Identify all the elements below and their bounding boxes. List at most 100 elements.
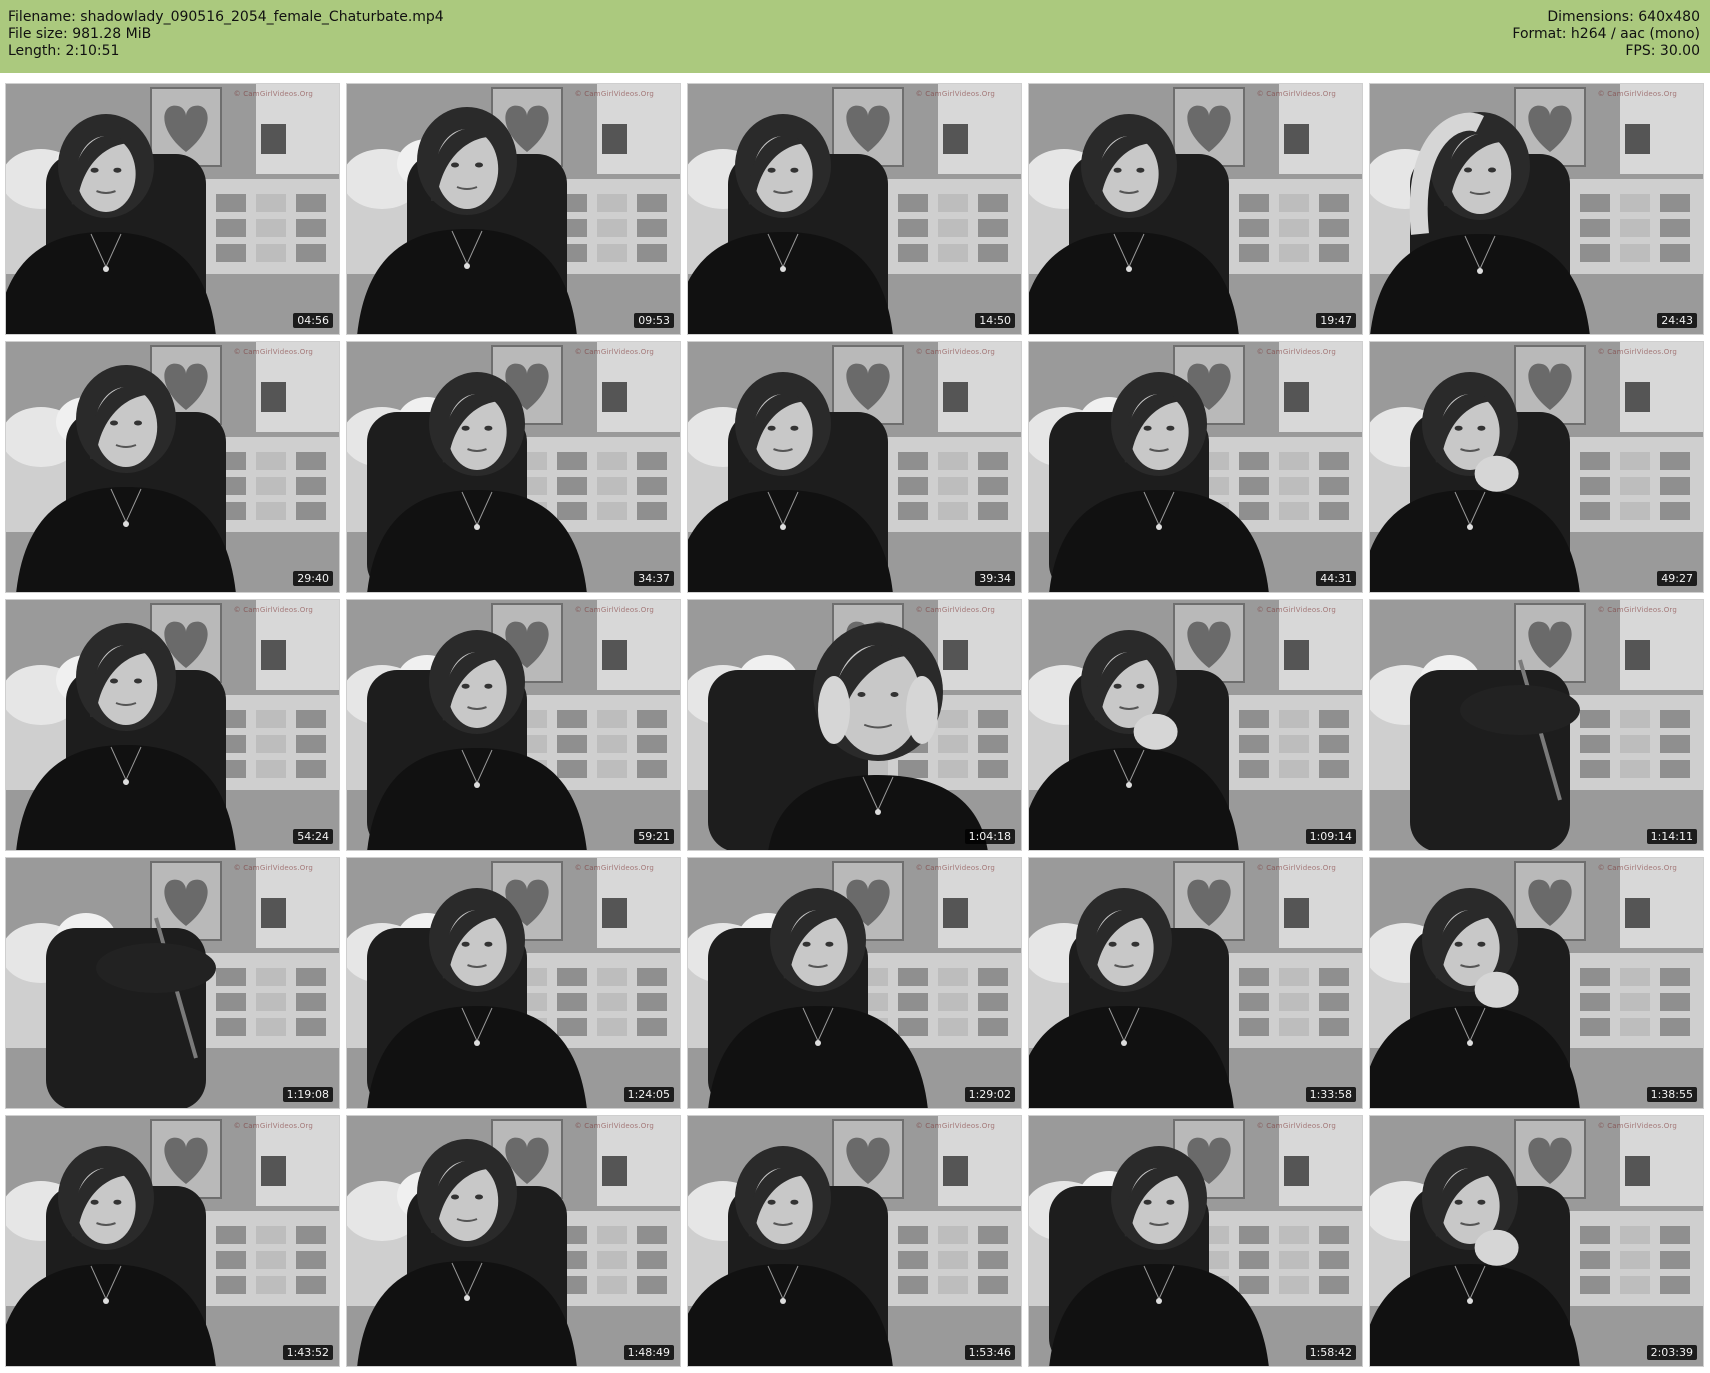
- thumbnail-frame-image: [688, 600, 1021, 850]
- video-thumbnail: © CamGirlVideos.Org 39:34: [687, 341, 1022, 593]
- watermark-label: © CamGirlVideos.Org: [574, 864, 654, 872]
- watermark-label: © CamGirlVideos.Org: [233, 606, 313, 614]
- fps-label: FPS: 30.00: [1625, 43, 1700, 59]
- watermark-label: © CamGirlVideos.Org: [233, 90, 313, 98]
- watermark-label: © CamGirlVideos.Org: [1256, 1122, 1336, 1130]
- file-info: Filename: shadowlady_090516_2054_female_…: [8, 9, 444, 60]
- watermark-label: © CamGirlVideos.Org: [1256, 606, 1336, 614]
- timestamp-label: 1:53:46: [964, 1345, 1015, 1360]
- thumbnail-frame-image: [1029, 342, 1362, 592]
- timestamp-label: 04:56: [293, 313, 333, 328]
- watermark-label: © CamGirlVideos.Org: [574, 348, 654, 356]
- thumbnail-frame-image: [688, 1116, 1021, 1366]
- timestamp-label: 44:31: [1316, 571, 1356, 586]
- video-thumbnail: © CamGirlVideos.Org 29:40: [5, 341, 340, 593]
- stream-info: Dimensions: 640x480 Format: h264 / aac (…: [1512, 9, 1700, 60]
- watermark-label: © CamGirlVideos.Org: [915, 606, 995, 614]
- length-label: Length: 2:10:51: [8, 43, 120, 59]
- thumbnail-frame-image: [6, 84, 339, 334]
- thumbnail-frame-image: [1370, 858, 1703, 1108]
- thumbnail-frame-image: [1029, 600, 1362, 850]
- watermark-label: © CamGirlVideos.Org: [915, 348, 995, 356]
- video-thumbnail: © CamGirlVideos.Org 1:53:46: [687, 1115, 1022, 1367]
- video-thumbnail: © CamGirlVideos.Org 1:09:14: [1028, 599, 1363, 851]
- watermark-label: © CamGirlVideos.Org: [233, 348, 313, 356]
- timestamp-label: 1:19:08: [282, 1087, 333, 1102]
- timestamp-label: 1:33:58: [1305, 1087, 1356, 1102]
- dimensions-label: Dimensions: 640x480: [1547, 9, 1700, 25]
- thumbnail-frame-image: [1370, 342, 1703, 592]
- video-thumbnail: © CamGirlVideos.Org 19:47: [1028, 83, 1363, 335]
- timestamp-label: 1:43:52: [282, 1345, 333, 1360]
- watermark-label: © CamGirlVideos.Org: [233, 1122, 313, 1130]
- watermark-label: © CamGirlVideos.Org: [915, 90, 995, 98]
- info-header: Filename: shadowlady_090516_2054_female_…: [0, 0, 1710, 73]
- watermark-label: © CamGirlVideos.Org: [1256, 90, 1336, 98]
- thumbnail-frame-image: [688, 342, 1021, 592]
- watermark-label: © CamGirlVideos.Org: [1597, 90, 1677, 98]
- watermark-label: © CamGirlVideos.Org: [574, 1122, 654, 1130]
- timestamp-label: 19:47: [1316, 313, 1356, 328]
- timestamp-label: 1:04:18: [964, 829, 1015, 844]
- watermark-label: © CamGirlVideos.Org: [1597, 864, 1677, 872]
- timestamp-label: 1:24:05: [623, 1087, 674, 1102]
- timestamp-label: 1:48:49: [623, 1345, 674, 1360]
- video-thumbnail: © CamGirlVideos.Org 09:53: [346, 83, 681, 335]
- video-thumbnail: © CamGirlVideos.Org 1:29:02: [687, 857, 1022, 1109]
- video-thumbnail: © CamGirlVideos.Org 1:24:05: [346, 857, 681, 1109]
- thumbnail-frame-image: [688, 858, 1021, 1108]
- thumbnail-frame-image: [6, 600, 339, 850]
- video-thumbnail: © CamGirlVideos.Org 1:33:58: [1028, 857, 1363, 1109]
- timestamp-label: 1:38:55: [1646, 1087, 1697, 1102]
- video-thumbnail: © CamGirlVideos.Org 59:21: [346, 599, 681, 851]
- video-thumbnail: © CamGirlVideos.Org 1:14:11: [1369, 599, 1704, 851]
- thumbnail-frame-image: [347, 84, 680, 334]
- watermark-label: © CamGirlVideos.Org: [574, 606, 654, 614]
- video-thumbnail: © CamGirlVideos.Org 14:50: [687, 83, 1022, 335]
- thumbnail-frame-image: [347, 600, 680, 850]
- timestamp-label: 29:40: [293, 571, 333, 586]
- thumbnail-frame-image: [1029, 84, 1362, 334]
- watermark-label: © CamGirlVideos.Org: [915, 1122, 995, 1130]
- watermark-label: © CamGirlVideos.Org: [1597, 348, 1677, 356]
- video-thumbnail: © CamGirlVideos.Org 1:43:52: [5, 1115, 340, 1367]
- thumbnail-frame-image: [347, 1116, 680, 1366]
- video-thumbnail: © CamGirlVideos.Org 1:58:42: [1028, 1115, 1363, 1367]
- timestamp-label: 59:21: [634, 829, 674, 844]
- thumbnail-frame-image: [1370, 1116, 1703, 1366]
- video-thumbnail: © CamGirlVideos.Org 44:31: [1028, 341, 1363, 593]
- watermark-label: © CamGirlVideos.Org: [915, 864, 995, 872]
- watermark-label: © CamGirlVideos.Org: [1597, 606, 1677, 614]
- thumbnail-frame-image: [6, 1116, 339, 1366]
- video-thumbnail: © CamGirlVideos.Org 34:37: [346, 341, 681, 593]
- timestamp-label: 54:24: [293, 829, 333, 844]
- video-thumbnail: © CamGirlVideos.Org 1:19:08: [5, 857, 340, 1109]
- thumbnail-frame-image: [6, 858, 339, 1108]
- timestamp-label: 39:34: [975, 571, 1015, 586]
- timestamp-label: 2:03:39: [1646, 1345, 1697, 1360]
- timestamp-label: 24:43: [1657, 313, 1697, 328]
- thumbnail-frame-image: [1370, 600, 1703, 850]
- timestamp-label: 1:14:11: [1646, 829, 1697, 844]
- timestamp-label: 1:29:02: [964, 1087, 1015, 1102]
- watermark-label: © CamGirlVideos.Org: [1597, 1122, 1677, 1130]
- video-thumbnail: © CamGirlVideos.Org 1:38:55: [1369, 857, 1704, 1109]
- filename-label: Filename: shadowlady_090516_2054_female_…: [8, 9, 444, 25]
- video-thumbnail: © CamGirlVideos.Org 24:43: [1369, 83, 1704, 335]
- format-label: Format: h264 / aac (mono): [1512, 26, 1700, 42]
- thumbnail-frame-image: [1029, 858, 1362, 1108]
- watermark-label: © CamGirlVideos.Org: [1256, 864, 1336, 872]
- timestamp-label: 49:27: [1657, 571, 1697, 586]
- watermark-label: © CamGirlVideos.Org: [1256, 348, 1336, 356]
- video-thumbnail: © CamGirlVideos.Org 2:03:39: [1369, 1115, 1704, 1367]
- thumbnail-frame-image: [347, 858, 680, 1108]
- thumbnail-frame-image: [1029, 1116, 1362, 1366]
- video-thumbnail: © CamGirlVideos.Org 04:56: [5, 83, 340, 335]
- filesize-label: File size: 981.28 MiB: [8, 26, 152, 42]
- video-thumbnail: © CamGirlVideos.Org 1:48:49: [346, 1115, 681, 1367]
- timestamp-label: 1:09:14: [1305, 829, 1356, 844]
- video-thumbnail: © CamGirlVideos.Org 49:27: [1369, 341, 1704, 593]
- timestamp-label: 1:58:42: [1305, 1345, 1356, 1360]
- video-thumbnail: © CamGirlVideos.Org 1:04:18: [687, 599, 1022, 851]
- timestamp-label: 09:53: [634, 313, 674, 328]
